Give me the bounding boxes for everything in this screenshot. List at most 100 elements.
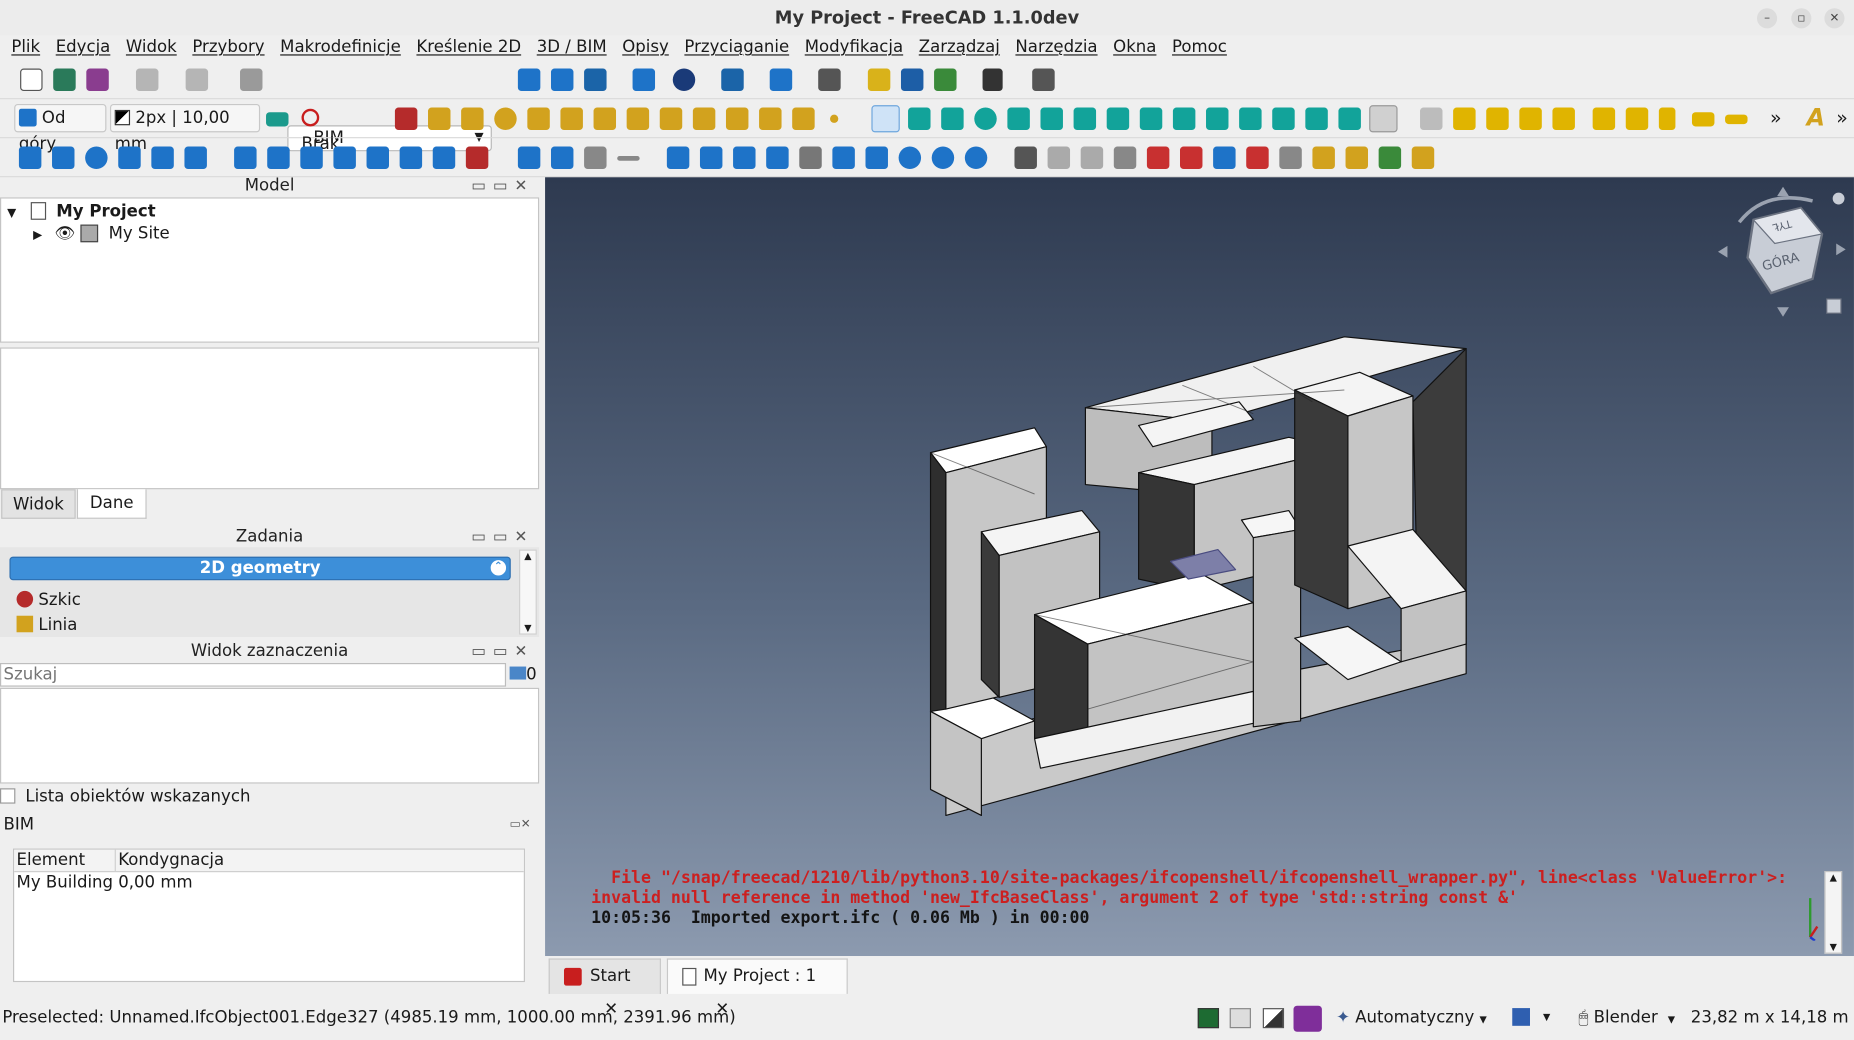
move-down-icon[interactable] <box>550 146 574 170</box>
beam-icon[interactable] <box>1691 112 1715 127</box>
remove-component-icon[interactable] <box>617 156 640 161</box>
column-header[interactable]: Kondygnacja <box>116 850 224 871</box>
menu-item[interactable]: Narzędzia <box>1008 35 1106 60</box>
open-document-icon[interactable] <box>53 68 76 92</box>
navigation-cube[interactable]: GÓRA TYŁ <box>1717 186 1848 317</box>
section-plane-icon[interactable] <box>1047 146 1071 170</box>
panel-icon[interactable] <box>1725 114 1748 125</box>
ifc-properties-icon[interactable] <box>1411 146 1435 170</box>
fuse-icon[interactable] <box>931 146 955 170</box>
tree-item-site[interactable]: ▶ 👁 My Site <box>33 223 170 247</box>
selection-search-input[interactable] <box>0 663 507 687</box>
split-icon[interactable] <box>267 146 290 170</box>
classification-icon[interactable] <box>1312 146 1335 170</box>
task-item-sketch[interactable]: Szkic <box>16 589 81 613</box>
redo-icon[interactable] <box>185 68 209 92</box>
snap-midpoint-icon[interactable] <box>941 107 964 131</box>
tab-dane[interactable]: Dane <box>76 489 147 519</box>
panel-controls-icon[interactable]: ▭▭✕ <box>471 644 534 659</box>
task-item-line[interactable]: Linia <box>16 613 78 637</box>
sketch-icon[interactable] <box>394 107 418 131</box>
snap-perpendicular-icon[interactable] <box>1073 107 1097 131</box>
upgrade-icon[interactable] <box>333 146 356 170</box>
extrude-icon[interactable] <box>151 146 174 170</box>
tab-my-project[interactable]: My Project : 1 ✕ <box>666 958 848 1019</box>
menu-item[interactable]: 3D / BIM <box>529 35 615 60</box>
standard-views-icon[interactable] <box>721 68 744 92</box>
snap-mode-button[interactable]: Brak <box>297 104 366 154</box>
refresh-icon[interactable] <box>240 68 263 92</box>
3d-viewport[interactable]: GÓRA TYŁ ▲ ▼ <box>545 177 1854 957</box>
wire-icon[interactable] <box>461 107 484 131</box>
clone-icon[interactable] <box>766 146 789 170</box>
expand-arrow-icon[interactable]: ▼ <box>7 207 16 220</box>
panel-controls-icon[interactable]: ▭▭✕ <box>471 529 534 544</box>
eye-icon[interactable]: 👁 <box>55 225 76 244</box>
toggle-grid-icon[interactable] <box>1369 105 1398 133</box>
drawing-icon[interactable] <box>1146 146 1170 170</box>
menu-item[interactable]: Przyciąganie <box>677 35 797 60</box>
create-part-icon[interactable] <box>867 68 891 92</box>
layers-icon[interactable] <box>1279 146 1302 170</box>
bim-status-icon[interactable] <box>1293 1005 1322 1032</box>
bim-view-icon[interactable] <box>1420 107 1443 131</box>
save-document-icon[interactable] <box>86 68 109 92</box>
point-array-icon[interactable] <box>733 146 756 170</box>
more-tools-icon-2[interactable]: » <box>1836 106 1848 128</box>
snap-center-icon[interactable] <box>974 107 997 131</box>
building-model[interactable] <box>545 177 1854 956</box>
arc-icon[interactable] <box>527 107 550 131</box>
menu-item[interactable]: Przybory <box>185 35 273 60</box>
array-icon[interactable] <box>465 146 489 170</box>
link-icon[interactable] <box>934 68 957 92</box>
window-icon[interactable] <box>1519 107 1542 131</box>
tree-item-project[interactable]: ▼ My Project <box>7 201 156 225</box>
rectangle-icon[interactable] <box>692 107 716 131</box>
bspline-icon[interactable] <box>725 107 749 131</box>
whats-this-icon[interactable] <box>1032 68 1055 92</box>
trim-icon[interactable] <box>184 146 207 170</box>
circle-icon[interactable] <box>494 107 517 131</box>
scale-icon[interactable] <box>399 146 423 170</box>
polygon-icon[interactable] <box>659 107 683 131</box>
scroll-down-icon[interactable]: ▼ <box>520 623 535 634</box>
draft-to-sketch-icon[interactable] <box>432 146 456 170</box>
join-icon[interactable] <box>234 146 257 170</box>
common-icon[interactable] <box>964 146 988 170</box>
working-plane-button[interactable]: Od góry <box>14 104 107 154</box>
add-component-icon[interactable] <box>584 146 607 170</box>
close-window-button[interactable]: ✕ <box>1824 8 1845 29</box>
navigation-style-selector[interactable]: 🖱 Blender ▼ <box>1578 1002 1675 1035</box>
mirror-icon[interactable] <box>832 146 855 170</box>
cut-icon[interactable] <box>898 146 922 170</box>
line-style-button[interactable]: 2px | 10,00 mm <box>109 104 261 154</box>
scroll-down-icon[interactable]: ▼ <box>1826 942 1841 953</box>
wall-icon[interactable] <box>1453 107 1476 131</box>
draw-style-selector[interactable]: ✦ Automatyczny ▼ <box>1336 1002 1487 1035</box>
clear-search-button[interactable]: 0 <box>509 665 537 684</box>
panel-controls-icon[interactable]: ▭▭✕ <box>471 178 534 193</box>
measure-icon[interactable] <box>632 68 656 92</box>
snap-extension-icon[interactable] <box>1106 107 1130 131</box>
snap-endpoint-icon[interactable] <box>908 107 931 131</box>
material-icon[interactable] <box>1213 146 1236 170</box>
menu-item[interactable]: Makrodefinicje <box>272 35 408 60</box>
equipment-icon[interactable] <box>1552 107 1575 131</box>
sketcher-view-icon[interactable] <box>818 68 841 92</box>
text-icon[interactable]: A <box>1807 103 1825 131</box>
menu-item[interactable]: Modyfikacja <box>797 35 911 60</box>
tools-icon[interactable] <box>1014 146 1037 170</box>
sheet-icon[interactable] <box>1113 146 1137 170</box>
move-up-icon[interactable] <box>517 146 541 170</box>
selection-list[interactable] <box>0 687 540 784</box>
draw-style-icon[interactable] <box>584 68 607 92</box>
downgrade-icon[interactable] <box>366 146 389 170</box>
color-swatch-icon[interactable] <box>1512 1008 1530 1026</box>
zoom-icon[interactable] <box>769 68 793 92</box>
report-icon[interactable] <box>1246 146 1269 170</box>
bezier-icon[interactable] <box>759 107 782 131</box>
slab-icon[interactable] <box>1592 107 1616 131</box>
collapse-icon[interactable]: ⌃ <box>490 560 507 576</box>
ifc-explorer-icon[interactable] <box>1345 146 1369 170</box>
point-icon[interactable] <box>830 114 839 123</box>
